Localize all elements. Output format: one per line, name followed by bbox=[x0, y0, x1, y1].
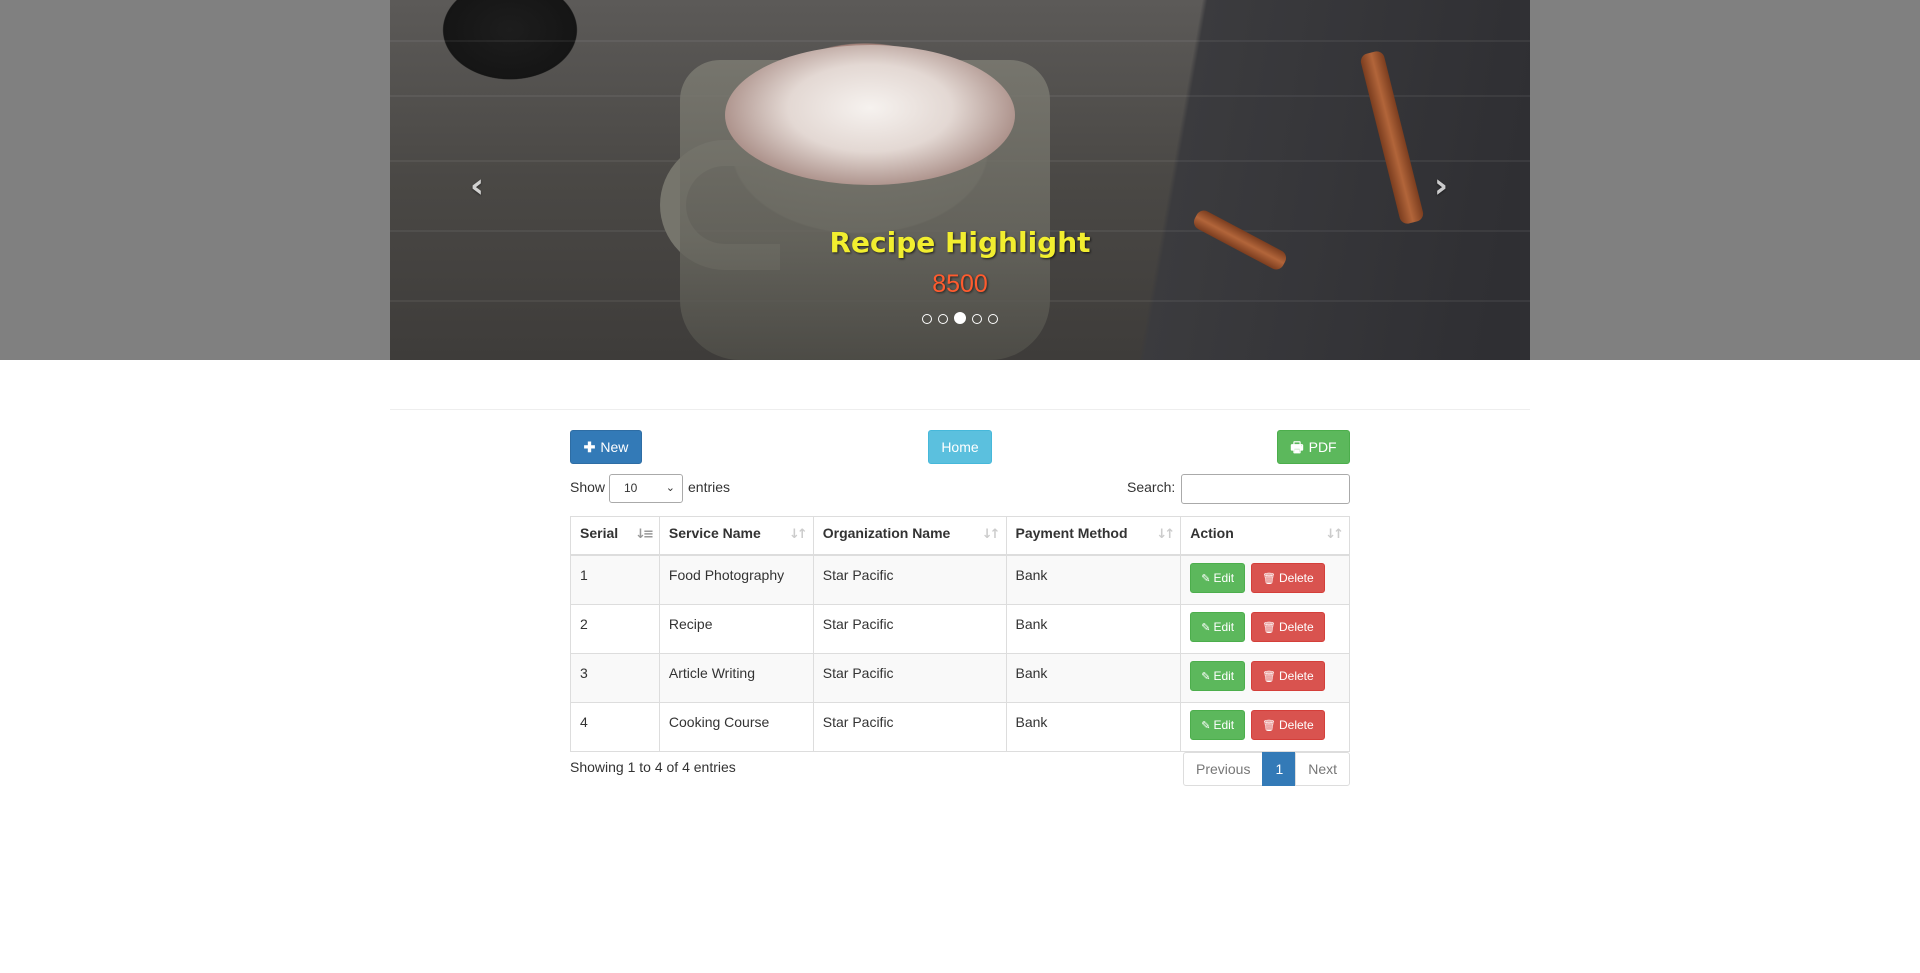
edit-icon: ✎ bbox=[1201, 719, 1211, 732]
chevron-down-icon: ⌄ bbox=[665, 482, 675, 494]
column-header-label: Payment Method bbox=[1015, 525, 1128, 541]
column-header-serial[interactable]: Serial ↓≡ bbox=[570, 516, 660, 556]
new-button-label: New bbox=[600, 439, 629, 455]
page-button-current[interactable]: 1 bbox=[1262, 752, 1297, 786]
sort-icon: ↓↑ bbox=[1325, 527, 1344, 542]
home-button-label: Home bbox=[941, 439, 979, 455]
pdf-button[interactable]: 🖶 PDF bbox=[1277, 430, 1350, 464]
carousel-next-icon[interactable]: › bbox=[1426, 168, 1456, 204]
cell-service-name: Recipe bbox=[658, 603, 814, 654]
cell-action: ✎ Edit 🗑 Delete bbox=[1180, 603, 1350, 654]
entries-length-value: 10 bbox=[624, 481, 638, 495]
cell-service-name: Food Photography bbox=[658, 554, 814, 605]
delete-button[interactable]: 🗑 Delete bbox=[1251, 562, 1325, 593]
services-table: Serial ↓≡ Service Name ↓↑ Organization Nam… bbox=[570, 516, 1350, 752]
plus-icon: ✚ bbox=[583, 439, 596, 455]
column-header-service-name[interactable]: Service Name ↓↑ bbox=[658, 516, 814, 556]
table-header-row: Serial ↓≡ Service Name ↓↑ Organization Nam… bbox=[570, 516, 1350, 556]
trash-icon: 🗑 bbox=[1262, 719, 1276, 732]
cell-organization-name: Star Pacific bbox=[812, 701, 1007, 752]
edit-button-label: Edit bbox=[1213, 717, 1235, 732]
home-button[interactable]: Home bbox=[928, 430, 992, 464]
trash-icon: 🗑 bbox=[1262, 670, 1276, 683]
cell-organization-name: Star Pacific bbox=[812, 603, 1007, 654]
delete-button[interactable]: 🗑 Delete bbox=[1251, 709, 1325, 740]
column-header-label: Action bbox=[1190, 525, 1234, 541]
delete-button-label: Delete bbox=[1278, 570, 1314, 585]
carousel-indicator[interactable] bbox=[988, 314, 998, 324]
carousel-indicators bbox=[390, 312, 1530, 324]
edit-button[interactable]: ✎ Edit bbox=[1190, 611, 1246, 642]
edit-button[interactable]: ✎ Edit bbox=[1190, 709, 1246, 740]
cell-serial: 4 bbox=[570, 701, 660, 752]
cell-service-name: Cooking Course bbox=[658, 701, 814, 752]
cell-serial: 2 bbox=[570, 603, 660, 654]
delete-button[interactable]: 🗑 Delete bbox=[1251, 611, 1325, 642]
next-page-button[interactable]: Next bbox=[1295, 752, 1351, 786]
table-row: 4 Cooking Course Star Pacific Bank ✎ Edit… bbox=[570, 701, 1350, 752]
table-row: 2 Recipe Star Pacific Bank ✎ Edit 🗑 Delete bbox=[570, 603, 1350, 654]
print-icon: 🖶 bbox=[1290, 439, 1304, 455]
search-label: Search: bbox=[1127, 479, 1176, 495]
edit-button[interactable]: ✎ Edit bbox=[1190, 562, 1246, 593]
entries-length-select[interactable]: 10 ⌄ bbox=[609, 474, 683, 503]
table-info: Showing 1 to 4 of 4 entries bbox=[570, 759, 736, 775]
sort-ascending-icon: ↓≡ bbox=[635, 527, 654, 542]
trash-icon: 🗑 bbox=[1262, 572, 1276, 585]
edit-button[interactable]: ✎ Edit bbox=[1190, 660, 1246, 691]
column-header-action[interactable]: Action ↓↑ bbox=[1180, 516, 1350, 556]
carousel-indicator[interactable] bbox=[938, 314, 948, 324]
cell-serial: 1 bbox=[570, 554, 660, 605]
edit-icon: ✎ bbox=[1201, 621, 1211, 634]
carousel-caption-price: 8500 bbox=[932, 270, 988, 298]
edit-button-label: Edit bbox=[1213, 619, 1235, 634]
delete-button-label: Delete bbox=[1278, 717, 1314, 732]
table-row: 3 Article Writing Star Pacific Bank ✎ Edi… bbox=[570, 652, 1350, 703]
trash-icon: 🗑 bbox=[1262, 621, 1276, 634]
previous-page-button[interactable]: Previous bbox=[1183, 752, 1264, 786]
cell-serial: 3 bbox=[570, 652, 660, 703]
carousel-caption-title: Recipe Highlight bbox=[829, 226, 1091, 259]
entries-label: entries bbox=[688, 479, 731, 495]
cell-action: ✎ Edit 🗑 Delete bbox=[1180, 701, 1350, 752]
show-label: Show bbox=[570, 479, 606, 495]
cell-service-name: Article Writing bbox=[658, 652, 814, 703]
column-header-label: Service Name bbox=[668, 525, 761, 541]
column-header-payment-method[interactable]: Payment Method ↓↑ bbox=[1005, 516, 1182, 556]
pdf-button-label: PDF bbox=[1308, 439, 1337, 455]
search-input[interactable] bbox=[1181, 474, 1350, 504]
cell-organization-name: Star Pacific bbox=[812, 652, 1007, 703]
edit-button-label: Edit bbox=[1213, 570, 1235, 585]
carousel-indicator[interactable] bbox=[972, 314, 982, 324]
cell-payment-method: Bank bbox=[1005, 701, 1182, 752]
sort-icon: ↓↑ bbox=[1156, 527, 1175, 542]
edit-icon: ✎ bbox=[1201, 670, 1211, 683]
delete-button[interactable]: 🗑 Delete bbox=[1251, 660, 1325, 691]
edit-icon: ✎ bbox=[1201, 572, 1211, 585]
table-row: 1 Food Photography Star Pacific Bank ✎ Ed… bbox=[570, 554, 1350, 605]
sort-icon: ↓↑ bbox=[788, 527, 808, 542]
divider bbox=[390, 409, 1530, 410]
column-header-organization-name[interactable]: Organization Name ↓↑ bbox=[812, 516, 1007, 556]
carousel-indicator[interactable] bbox=[922, 314, 932, 324]
column-header-label: Organization Name bbox=[822, 525, 951, 541]
pagination: Previous 1 Next bbox=[1183, 752, 1351, 786]
sort-icon: ↓↑ bbox=[981, 527, 1001, 542]
carousel-slide-image bbox=[390, 0, 1530, 360]
delete-button-label: Delete bbox=[1278, 619, 1314, 634]
cell-organization-name: Star Pacific bbox=[812, 554, 1007, 605]
cell-payment-method: Bank bbox=[1005, 603, 1182, 654]
cell-payment-method: Bank bbox=[1005, 652, 1182, 703]
column-header-label: Serial bbox=[580, 525, 619, 541]
cell-payment-method: Bank bbox=[1005, 554, 1182, 605]
delete-button-label: Delete bbox=[1278, 668, 1314, 683]
cell-action: ✎ Edit 🗑 Delete bbox=[1180, 554, 1350, 605]
carousel-indicator-active[interactable] bbox=[954, 312, 966, 324]
cell-action: ✎ Edit 🗑 Delete bbox=[1180, 652, 1350, 703]
carousel-prev-icon[interactable]: ‹ bbox=[462, 168, 492, 204]
edit-button-label: Edit bbox=[1213, 668, 1235, 683]
new-button[interactable]: ✚ New bbox=[570, 430, 642, 464]
